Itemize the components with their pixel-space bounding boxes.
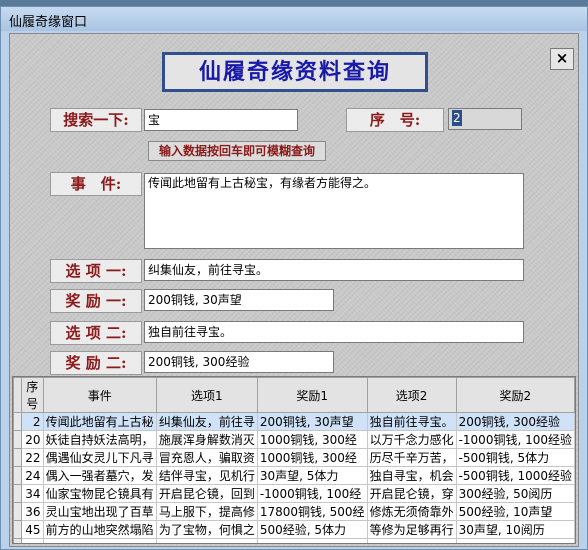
reward1-field[interactable]: 200铜钱, 30声望 bbox=[144, 289, 334, 311]
reward1-label: 奖 励 一: bbox=[50, 289, 142, 313]
table-cell[interactable]: -500铜钱, 1000经验 bbox=[455, 466, 575, 485]
table-cell[interactable]: 马上服下，提高修 bbox=[155, 502, 258, 521]
event-label: 事 件: bbox=[50, 172, 142, 196]
seq-label: 序 号: bbox=[346, 108, 444, 132]
table-cell[interactable]: 24 bbox=[20, 466, 44, 485]
form-title: 仙履奇缘资料查询 bbox=[162, 52, 428, 92]
row-selector[interactable] bbox=[13, 520, 22, 539]
column-header[interactable]: 奖励2 bbox=[455, 377, 575, 413]
table-cell[interactable]: 施展浑身解数消灭 bbox=[155, 430, 258, 449]
window-title: 仙履奇缘窗口 bbox=[9, 15, 88, 30]
table-cell[interactable]: 灵山宝地出现了百草 bbox=[42, 502, 157, 521]
table-cell[interactable]: 30声望, 5体力 bbox=[256, 466, 368, 485]
new-record-marker[interactable]: * bbox=[13, 538, 22, 543]
table-cell[interactable]: 前方的山地突然塌陷 bbox=[42, 520, 157, 539]
table-cell[interactable]: 34 bbox=[20, 484, 44, 503]
seq-input[interactable]: 2 bbox=[448, 108, 522, 130]
column-header[interactable]: 序号 bbox=[20, 377, 44, 413]
table-cell[interactable]: 300经验, 50阅历 bbox=[455, 484, 575, 503]
table-row[interactable]: 36 灵山宝地出现了百草 马上服下，提高修 17800铜钱, 500经 修炼无须倚靠外 5… bbox=[13, 502, 575, 521]
column-header[interactable]: 选项2 bbox=[366, 377, 457, 413]
table-cell[interactable]: 20 bbox=[20, 430, 44, 449]
table-cell[interactable]: -1000铜钱, 100经 bbox=[256, 484, 368, 503]
table-cell[interactable]: 以万千念力感化 bbox=[366, 430, 457, 449]
table-cell[interactable]: 偶遇仙女灵儿下凡寻 bbox=[42, 448, 157, 467]
table-row[interactable]: 22 偶遇仙女灵儿下凡寻 冒充恩人，骗取资 1000铜钱, 300经 历尽千辛万苦， -5… bbox=[13, 448, 575, 467]
table-cell[interactable]: 200铜钱, 300经验 bbox=[455, 412, 575, 431]
search-input[interactable]: 宝 bbox=[144, 109, 298, 131]
table-cell[interactable] bbox=[366, 538, 457, 543]
table-row[interactable]: 34 仙家宝物昆仑镜具有 开启昆仑镜，回到 -1000铜钱, 100经 开启昆仑镜，穿 3… bbox=[13, 484, 575, 503]
row-selector[interactable] bbox=[13, 466, 22, 485]
table-cell[interactable]: 1000铜钱, 300经 bbox=[256, 448, 368, 467]
option1-field[interactable]: 纠集仙友，前往寻宝。 bbox=[144, 259, 524, 281]
corner-header[interactable] bbox=[13, 377, 22, 413]
table-cell[interactable]: 500经验, 5体力 bbox=[256, 520, 368, 539]
table-cell[interactable]: 36 bbox=[20, 502, 44, 521]
seq-value: 2 bbox=[452, 110, 462, 126]
column-header[interactable]: 事件 bbox=[42, 377, 157, 413]
row-selector[interactable] bbox=[13, 502, 22, 521]
fuzzy-search-hint[interactable]: 输入数据按回车即可模糊查询 bbox=[148, 141, 326, 161]
column-header[interactable]: 奖励1 bbox=[256, 377, 368, 413]
table-cell[interactable] bbox=[42, 538, 157, 543]
table-cell[interactable]: 纠集仙友，前往寻 bbox=[155, 412, 258, 431]
reward2-field[interactable]: 200铜钱, 300经验 bbox=[144, 351, 334, 373]
table-row[interactable]: 45 前方的山地突然塌陷 为了宝物，何惧之 500经验, 5体力 等修为足够再行 30声望… bbox=[13, 520, 575, 539]
row-selector[interactable] bbox=[13, 448, 22, 467]
table-row[interactable]: 20 妖徒自持妖法高明， 施展浑身解数消灭 1000铜钱, 300经 以万千念力感化 -1… bbox=[13, 430, 575, 449]
new-record-row[interactable]: * bbox=[13, 538, 575, 543]
reward2-label: 奖 励 二: bbox=[50, 351, 142, 375]
table-cell[interactable] bbox=[155, 538, 258, 543]
table-cell[interactable]: 妖徒自持妖法高明， bbox=[42, 430, 157, 449]
table-cell[interactable]: 修炼无须倚靠外 bbox=[366, 502, 457, 521]
table-cell[interactable]: 开启昆仑镜，回到 bbox=[155, 484, 258, 503]
table-cell[interactable]: 开启昆仑镜，穿 bbox=[366, 484, 457, 503]
option2-field[interactable]: 独自前往寻宝。 bbox=[144, 321, 524, 343]
row-selector[interactable] bbox=[13, 412, 22, 431]
table-cell[interactable]: 22 bbox=[20, 448, 44, 467]
table-cell[interactable]: 为了宝物，何惧之 bbox=[155, 520, 258, 539]
results-datasheet[interactable]: 序号 事件 选项1 奖励1 选项2 奖励2 2 传闻此地留有上古秘 纠集仙友，前往寻… bbox=[12, 376, 576, 544]
table-cell[interactable]: 等修为足够再行 bbox=[366, 520, 457, 539]
table-cell[interactable]: 2 bbox=[20, 412, 44, 431]
table-cell[interactable]: 1000铜钱, 300经 bbox=[256, 430, 368, 449]
table-row[interactable]: 24 偶入一强者墓穴，发 结伴寻宝，见机行 30声望, 5体力 独自寻宝，机会 -500铜… bbox=[13, 466, 575, 485]
app-window: 仙履奇缘窗口 × 仙履奇缘资料查询 搜索一下: 宝 序 号: 2 输入数据按回车… bbox=[0, 6, 588, 550]
table-cell[interactable]: 独自寻宝，机会 bbox=[366, 466, 457, 485]
table-cell[interactable]: 独自前往寻宝。 bbox=[366, 412, 457, 431]
table-cell[interactable]: 结伴寻宝，见机行 bbox=[155, 466, 258, 485]
table-cell[interactable]: 45 bbox=[20, 520, 44, 539]
table-cell[interactable] bbox=[256, 538, 368, 543]
table-cell[interactable] bbox=[20, 538, 44, 543]
table-cell[interactable]: -500铜钱, 5体力 bbox=[455, 448, 575, 467]
table-row[interactable]: 2 传闻此地留有上古秘 纠集仙友，前往寻 200铜钱, 30声望 独自前往寻宝。 200铜… bbox=[13, 412, 575, 431]
table-cell[interactable]: 500经验, 10声望 bbox=[455, 502, 575, 521]
table-cell[interactable]: 冒充恩人，骗取资 bbox=[155, 448, 258, 467]
option2-label: 选 项 二: bbox=[50, 321, 142, 345]
option1-label: 选 项 一: bbox=[50, 259, 142, 283]
table-cell[interactable]: 30声望, 10阅历 bbox=[455, 520, 575, 539]
table-cell[interactable]: 17800铜钱, 500经 bbox=[256, 502, 368, 521]
event-textarea[interactable]: 传闻此地留有上古秘宝，有缘者方能得之。 bbox=[144, 173, 524, 249]
row-selector[interactable] bbox=[13, 430, 22, 449]
table-cell[interactable]: 仙家宝物昆仑镜具有 bbox=[42, 484, 157, 503]
row-selector[interactable] bbox=[13, 484, 22, 503]
table-cell[interactable]: 历尽千辛万苦， bbox=[366, 448, 457, 467]
window-titlebar[interactable]: 仙履奇缘窗口 bbox=[1, 7, 587, 31]
table-cell[interactable]: 传闻此地留有上古秘 bbox=[42, 412, 157, 431]
table-cell[interactable]: 偶入一强者墓穴，发 bbox=[42, 466, 157, 485]
search-label: 搜索一下: bbox=[50, 108, 142, 132]
form-body: × 仙履奇缘资料查询 搜索一下: 宝 序 号: 2 输入数据按回车即可模糊查询 … bbox=[9, 33, 579, 547]
table-cell[interactable]: -1000铜钱, 100经验 bbox=[455, 430, 575, 449]
close-button[interactable]: × bbox=[550, 48, 574, 70]
table-cell[interactable]: 200铜钱, 30声望 bbox=[256, 412, 368, 431]
column-header[interactable]: 选项1 bbox=[155, 377, 258, 413]
results-table: 序号 事件 选项1 奖励1 选项2 奖励2 2 传闻此地留有上古秘 纠集仙友，前往寻… bbox=[13, 377, 575, 543]
table-cell[interactable] bbox=[455, 538, 575, 543]
